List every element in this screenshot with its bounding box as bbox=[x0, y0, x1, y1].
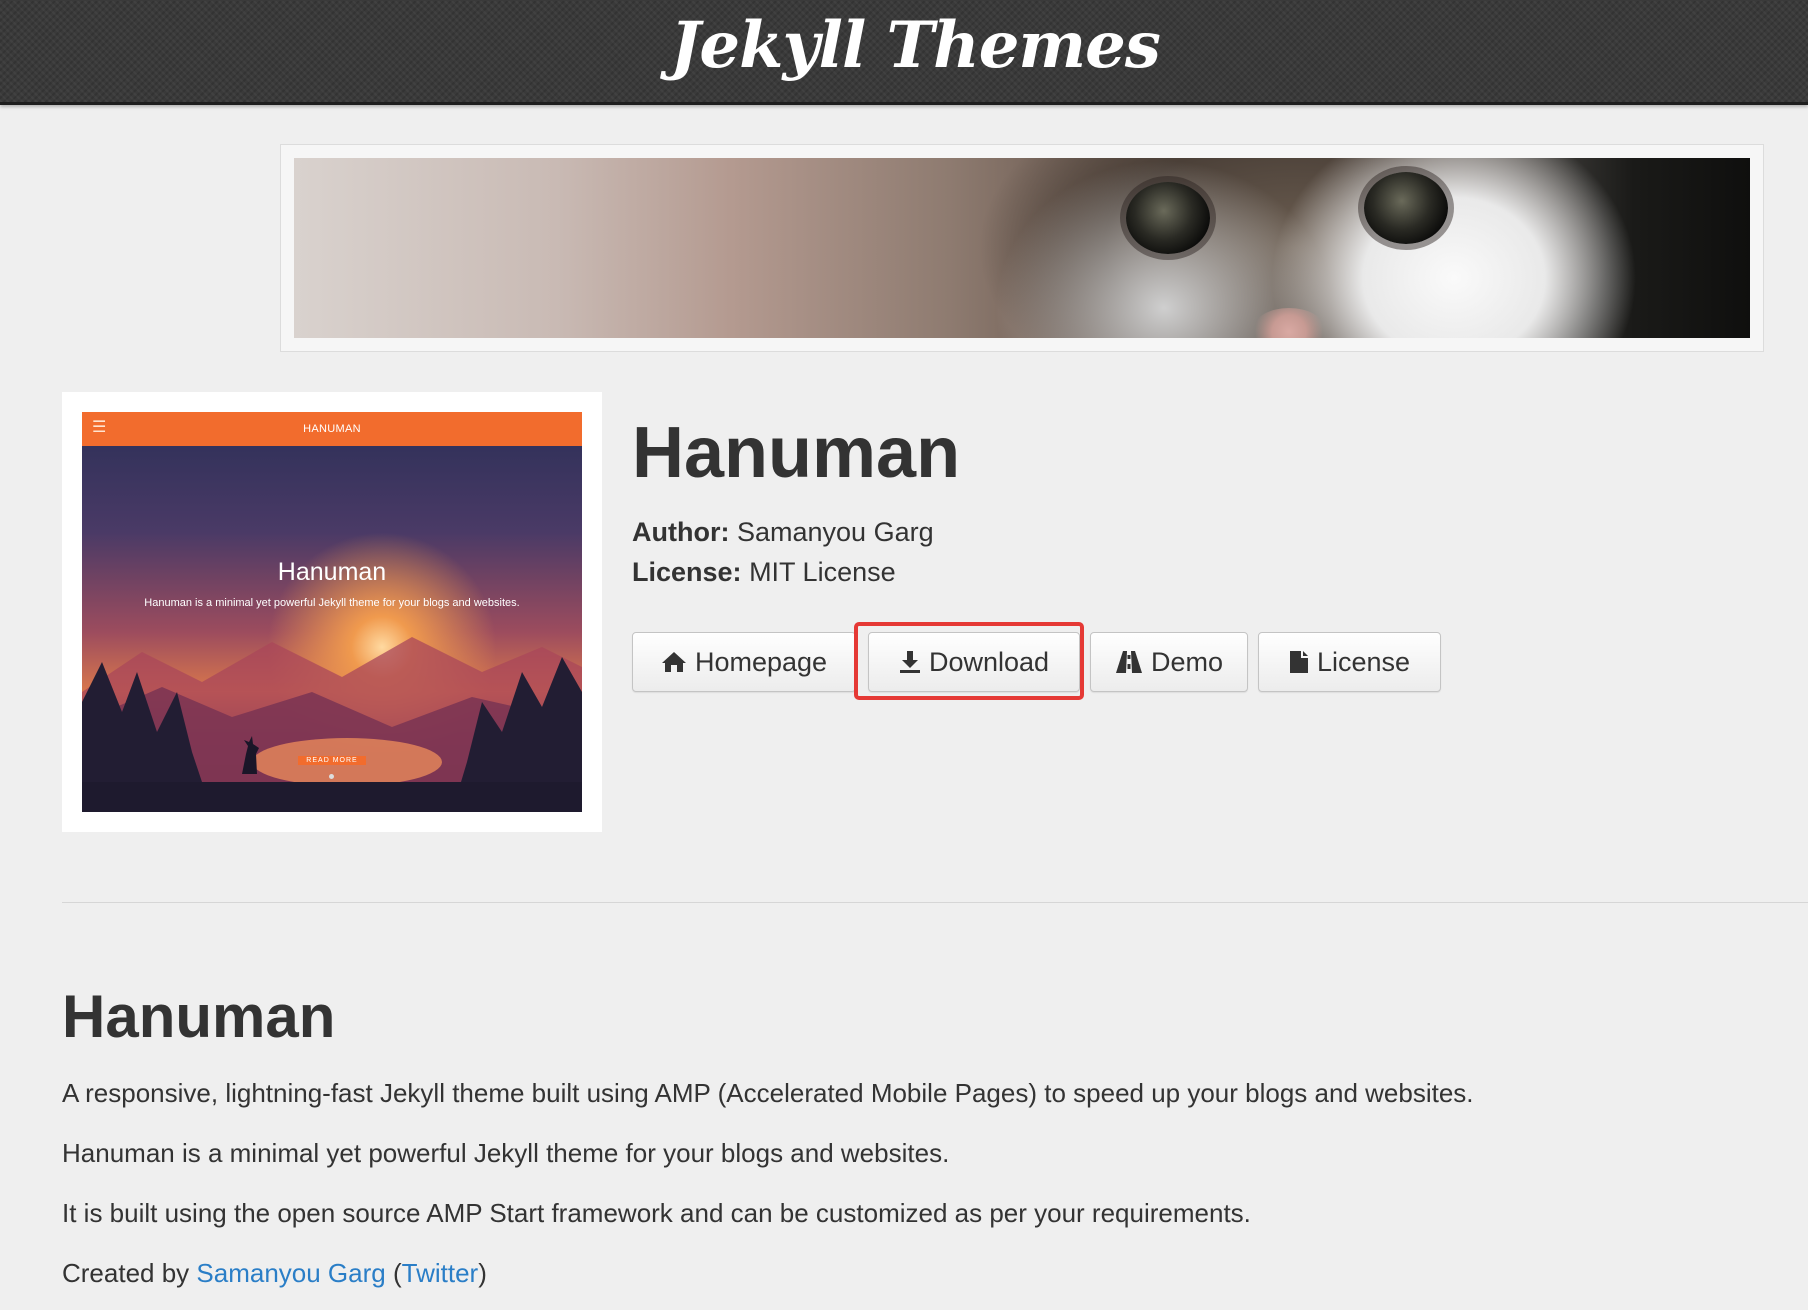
license-label: License: bbox=[632, 557, 742, 587]
thumbnail-scroll-dot bbox=[329, 774, 334, 779]
demo-button-label: Demo bbox=[1150, 646, 1224, 677]
author-link[interactable]: Samanyou Garg bbox=[196, 1258, 385, 1288]
thumbnail-read-more-button: READ MORE bbox=[298, 756, 366, 765]
readme-title: Hanuman bbox=[62, 983, 336, 1050]
theme-thumbnail[interactable]: ☰ HANUMAN Hanuman Hanuman is a minimal y… bbox=[82, 412, 582, 812]
banner-image bbox=[294, 158, 1750, 338]
credits-paren-close: ) bbox=[478, 1258, 487, 1288]
readme-paragraph-1: A responsive, lightning-fast Jekyll them… bbox=[62, 1078, 1474, 1108]
readme-paragraph-3: It is built using the open source AMP St… bbox=[62, 1198, 1251, 1228]
homepage-button[interactable]: Homepage bbox=[632, 632, 856, 692]
license-button[interactable]: License bbox=[1258, 632, 1441, 692]
site-header: Jekyll Themes bbox=[0, 0, 1808, 105]
readme-credits: Created by Samanyou Garg (Twitter) bbox=[62, 1256, 487, 1290]
road-icon bbox=[1115, 650, 1143, 674]
credits-paren-open: ( bbox=[385, 1258, 402, 1288]
license-button-label: License bbox=[1316, 646, 1411, 677]
readme-paragraph-2: Hanuman is a minimal yet powerful Jekyll… bbox=[62, 1138, 950, 1168]
author-line: Author: Samanyou Garg bbox=[632, 515, 934, 549]
demo-button[interactable]: Demo bbox=[1090, 632, 1248, 692]
download-icon bbox=[899, 650, 921, 674]
twitter-link[interactable]: Twitter bbox=[402, 1258, 479, 1288]
credits-prefix: Created by bbox=[62, 1258, 197, 1288]
file-icon bbox=[1289, 650, 1309, 674]
thumbnail-logo: HANUMAN bbox=[303, 423, 361, 435]
kitten-eye-left bbox=[1126, 182, 1210, 254]
kitten-nose bbox=[1254, 308, 1324, 338]
banner-frame bbox=[280, 144, 1764, 352]
theme-thumbnail-frame: ☰ HANUMAN Hanuman Hanuman is a minimal y… bbox=[62, 392, 602, 832]
thumbnail-heading: Hanuman bbox=[277, 558, 387, 586]
download-button[interactable]: Download bbox=[868, 632, 1080, 692]
download-button-label: Download bbox=[928, 646, 1050, 677]
homepage-button-label: Homepage bbox=[694, 646, 828, 677]
thumbnail-subtitle: Hanuman is a minimal yet powerful Jekyll… bbox=[144, 597, 520, 609]
theme-name: Hanuman bbox=[632, 413, 961, 493]
thumbnail-landscape bbox=[82, 637, 582, 812]
section-divider bbox=[62, 902, 1808, 903]
site-title[interactable]: Jekyll Themes bbox=[0, 0, 1808, 102]
author-value: Samanyou Garg bbox=[736, 517, 934, 547]
license-value: MIT License bbox=[749, 557, 896, 587]
author-label: Author: bbox=[632, 517, 730, 547]
kitten-eye-right bbox=[1364, 172, 1448, 244]
home-icon bbox=[661, 650, 687, 674]
thumbnail-navbar: ☰ HANUMAN bbox=[82, 412, 582, 446]
license-line: License: MIT License bbox=[632, 555, 896, 589]
